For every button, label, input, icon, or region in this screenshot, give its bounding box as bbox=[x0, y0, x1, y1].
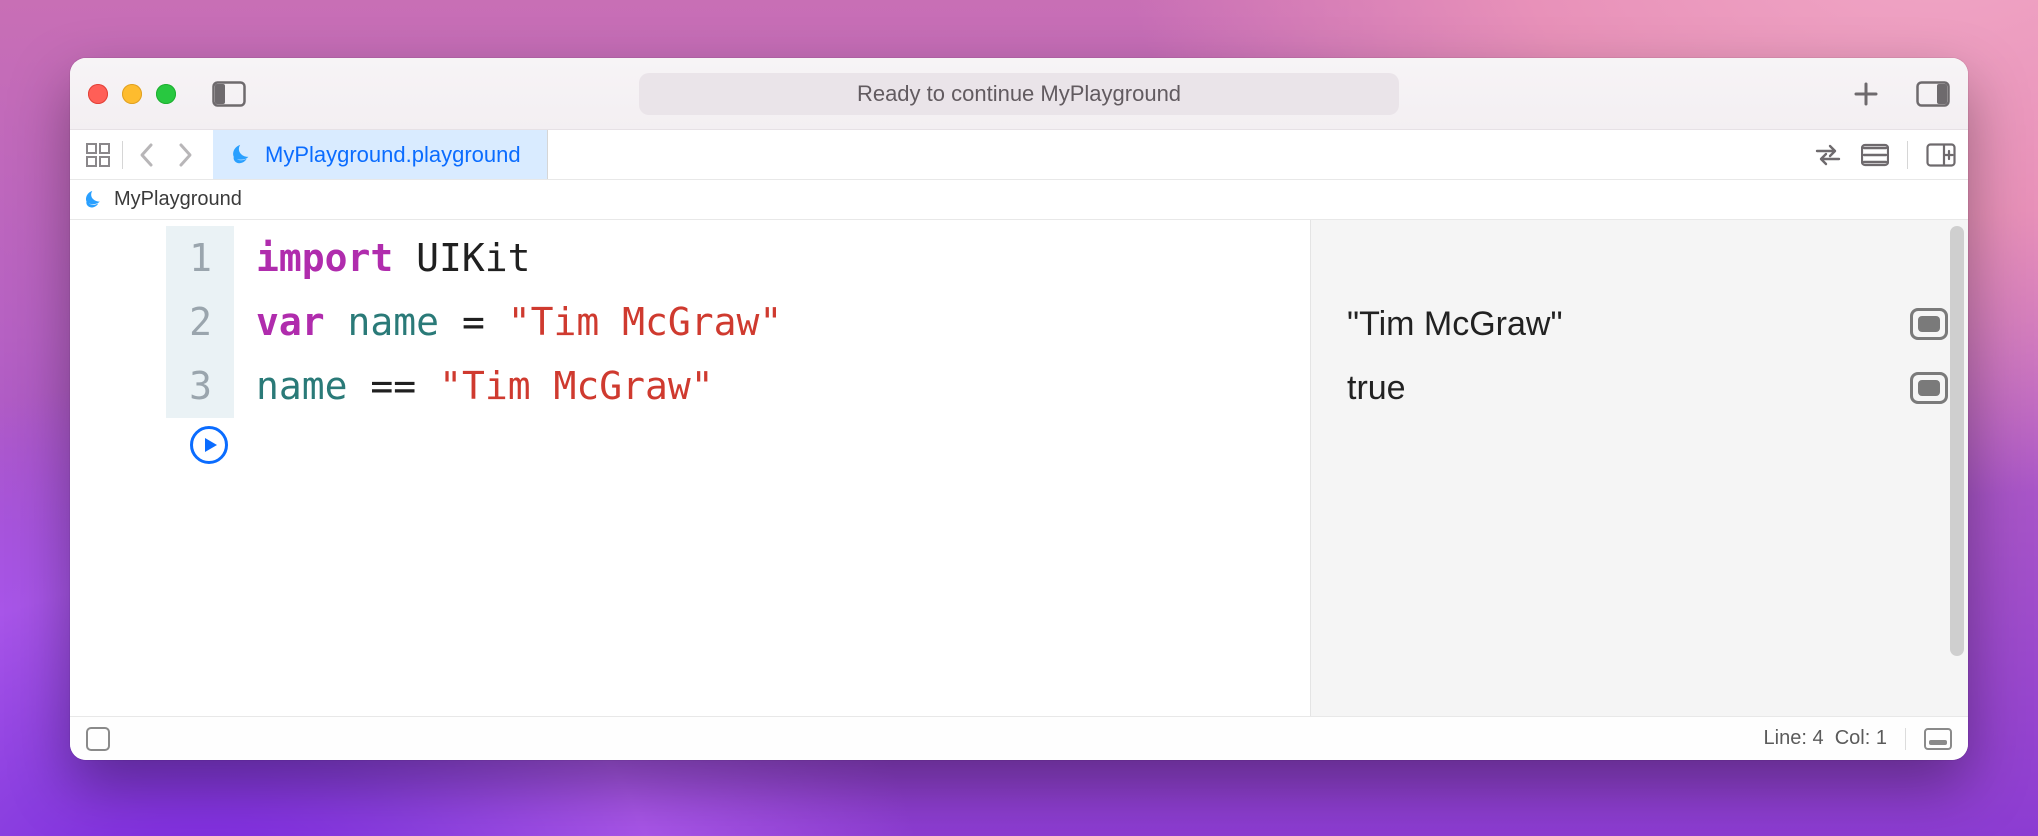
quicklook-button[interactable] bbox=[1910, 308, 1948, 340]
source-editor[interactable]: 1 import UIKit 2 var name = "Tim McGraw"… bbox=[70, 220, 1310, 716]
result-row-spacer bbox=[1311, 228, 1968, 292]
code-text: var name = "Tim McGraw" bbox=[234, 290, 782, 354]
toggle-console-button[interactable] bbox=[1924, 728, 1952, 750]
divider bbox=[122, 141, 123, 169]
line-number: 1 bbox=[70, 226, 234, 290]
nav-back-button[interactable] bbox=[133, 141, 161, 169]
swift-file-icon bbox=[231, 144, 253, 166]
toggle-right-sidebar-button[interactable] bbox=[1916, 81, 1950, 107]
operator-eqeq: == bbox=[370, 364, 416, 408]
code-line: 2 var name = "Tim McGraw" bbox=[70, 290, 1310, 354]
editor-options-icon bbox=[1861, 143, 1889, 167]
play-icon bbox=[202, 437, 218, 453]
zoom-window-button[interactable] bbox=[156, 84, 176, 104]
xcode-window: Ready to continue MyPlayground bbox=[70, 58, 1968, 760]
vertical-scrollbar[interactable] bbox=[1950, 226, 1964, 656]
operator-assign: = bbox=[462, 300, 485, 344]
col-label: Col: bbox=[1835, 727, 1871, 749]
add-editor-button[interactable] bbox=[1926, 143, 1956, 167]
sidebar-right-icon bbox=[1916, 81, 1950, 107]
toggle-left-sidebar-button[interactable] bbox=[212, 81, 246, 107]
keyword-import: import bbox=[256, 236, 393, 280]
line-value: 4 bbox=[1812, 727, 1823, 749]
toggle-debug-area-button[interactable] bbox=[86, 727, 110, 751]
result-row[interactable]: true bbox=[1311, 356, 1968, 420]
divider bbox=[1907, 141, 1908, 169]
titlebar: Ready to continue MyPlayground bbox=[70, 58, 1968, 130]
minimize-window-button[interactable] bbox=[122, 84, 142, 104]
identifier-name: name bbox=[256, 364, 348, 408]
code-line: 3 name == "Tim McGraw" bbox=[70, 354, 1310, 418]
file-tab[interactable]: MyPlayground.playground bbox=[213, 130, 548, 179]
related-items-button[interactable] bbox=[84, 141, 112, 169]
tabbar: MyPlayground.playground bbox=[70, 130, 1968, 180]
chevron-left-icon bbox=[138, 142, 156, 168]
code-line: 1 import UIKit bbox=[70, 226, 1310, 290]
string-literal: "Tim McGraw" bbox=[508, 300, 783, 344]
tabbar-left bbox=[70, 130, 213, 179]
swap-arrows-icon bbox=[1813, 144, 1843, 166]
file-tab-label: MyPlayground.playground bbox=[265, 142, 521, 168]
breadcrumb-label: MyPlayground bbox=[114, 188, 242, 211]
jump-button[interactable] bbox=[1813, 144, 1843, 166]
result-row[interactable]: "Tim McGraw" bbox=[1311, 292, 1968, 356]
adjust-editor-options-button[interactable] bbox=[1861, 143, 1889, 167]
result-value: true bbox=[1347, 369, 1406, 408]
tabbar-right bbox=[1813, 130, 1956, 179]
identifier-uikit: UIKit bbox=[416, 236, 530, 280]
line-number: 2 bbox=[70, 290, 234, 354]
keyword-var: var bbox=[256, 300, 325, 344]
activity-status-text: Ready to continue MyPlayground bbox=[857, 81, 1181, 107]
cursor-position: Line: 4 Col: 1 bbox=[1764, 727, 1887, 750]
identifier-name: name bbox=[348, 300, 440, 344]
statusbar: Line: 4 Col: 1 bbox=[70, 716, 1968, 760]
run-playground-button[interactable] bbox=[190, 426, 228, 464]
titlebar-right-controls bbox=[1852, 80, 1950, 108]
activity-status[interactable]: Ready to continue MyPlayground bbox=[639, 73, 1399, 115]
code-text: import UIKit bbox=[234, 226, 531, 290]
plus-icon bbox=[1852, 80, 1880, 108]
result-value: "Tim McGraw" bbox=[1347, 305, 1563, 344]
results-sidebar: "Tim McGraw" true bbox=[1310, 220, 1968, 716]
code-content: 1 import UIKit 2 var name = "Tim McGraw"… bbox=[70, 220, 1310, 418]
add-button[interactable] bbox=[1852, 80, 1880, 108]
main-split: 1 import UIKit 2 var name = "Tim McGraw"… bbox=[70, 220, 1968, 716]
sidebar-left-icon bbox=[212, 81, 246, 107]
traffic-lights bbox=[88, 84, 176, 104]
nav-forward-button[interactable] bbox=[171, 141, 199, 169]
string-literal: "Tim McGraw" bbox=[439, 364, 714, 408]
grid-icon bbox=[85, 142, 111, 168]
quicklook-button[interactable] bbox=[1910, 372, 1948, 404]
chevron-right-icon bbox=[176, 142, 194, 168]
line-label: Line: bbox=[1764, 727, 1807, 749]
close-window-button[interactable] bbox=[88, 84, 108, 104]
jump-bar[interactable]: MyPlayground bbox=[70, 180, 1968, 220]
divider bbox=[1905, 728, 1906, 750]
add-editor-icon bbox=[1926, 143, 1956, 167]
col-value: 1 bbox=[1876, 727, 1887, 749]
line-number: 3 bbox=[70, 354, 234, 418]
code-text: name == "Tim McGraw" bbox=[234, 354, 714, 418]
swift-file-icon bbox=[84, 190, 104, 210]
